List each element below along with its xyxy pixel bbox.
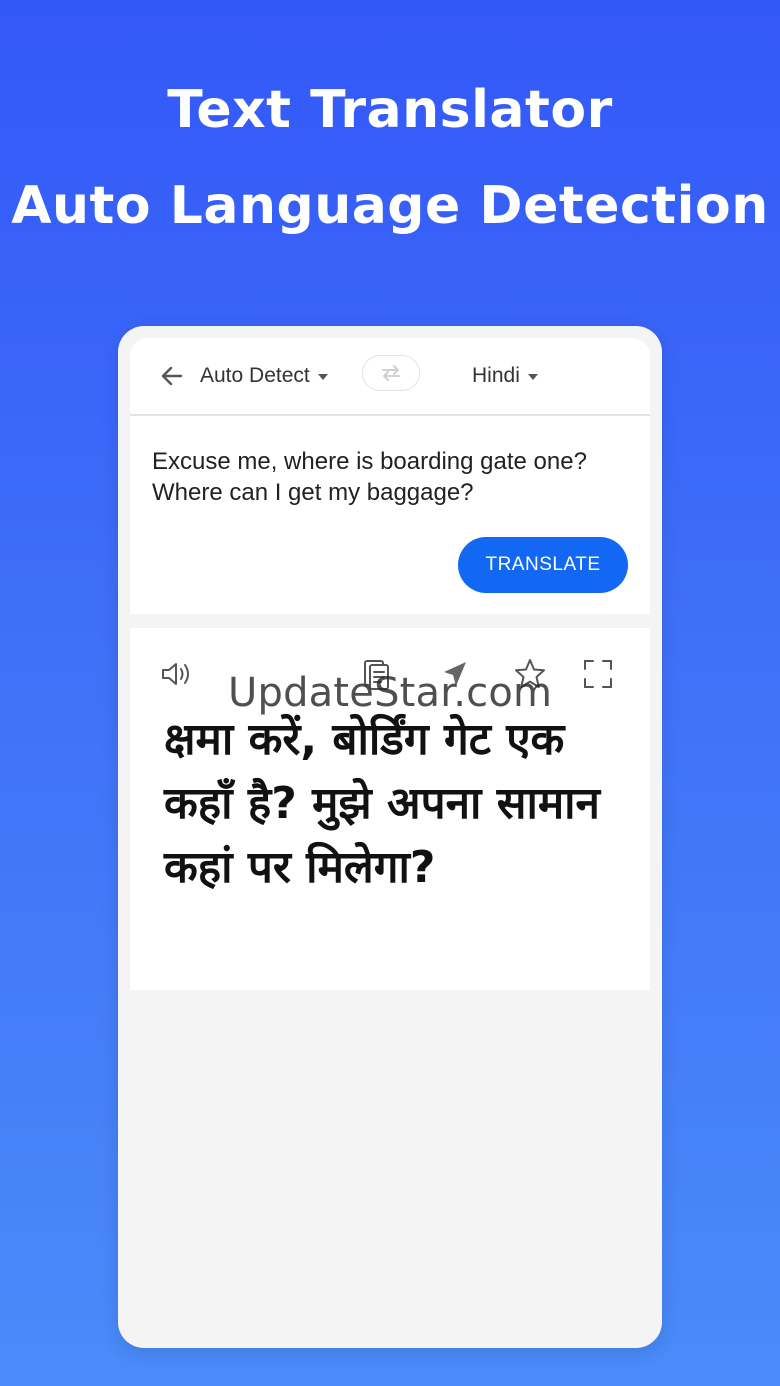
fullscreen-button[interactable] — [578, 654, 618, 694]
input-panel: Excuse me, where is boarding gate one? W… — [130, 416, 650, 614]
source-language-select[interactable]: Auto Detect — [200, 360, 328, 392]
source-language-label: Auto Detect — [200, 364, 310, 387]
output-panel: UpdateStar.com क्षमा करें, बोर्डिंग गेट … — [130, 628, 650, 990]
target-language-label: Hindi — [472, 364, 520, 387]
back-arrow-icon — [161, 366, 183, 386]
back-button[interactable] — [154, 358, 190, 394]
target-language-select[interactable]: Hindi — [472, 360, 538, 392]
swap-icon — [382, 365, 400, 381]
chevron-down-icon — [527, 374, 538, 380]
translate-button[interactable]: TRANSLATE — [458, 537, 628, 593]
fullscreen-icon — [584, 660, 612, 688]
language-toolbar: Auto Detect Hindi — [130, 338, 650, 416]
source-text-input[interactable]: Excuse me, where is boarding gate one? W… — [152, 446, 622, 508]
chevron-down-icon — [317, 374, 328, 380]
headline-title: Text Translator — [167, 80, 613, 140]
swap-languages-button[interactable] — [362, 355, 420, 391]
speaker-button[interactable] — [156, 654, 196, 694]
translated-text: क्षमा करें, बोर्डिंग गेट एक कहाँ है? मुझ… — [164, 714, 600, 893]
phone-frame: Auto Detect Hindi Excuse me, where is bo… — [118, 326, 662, 1348]
speaker-icon — [162, 663, 189, 685]
headline-subtitle: Auto Language Detection — [11, 176, 769, 236]
